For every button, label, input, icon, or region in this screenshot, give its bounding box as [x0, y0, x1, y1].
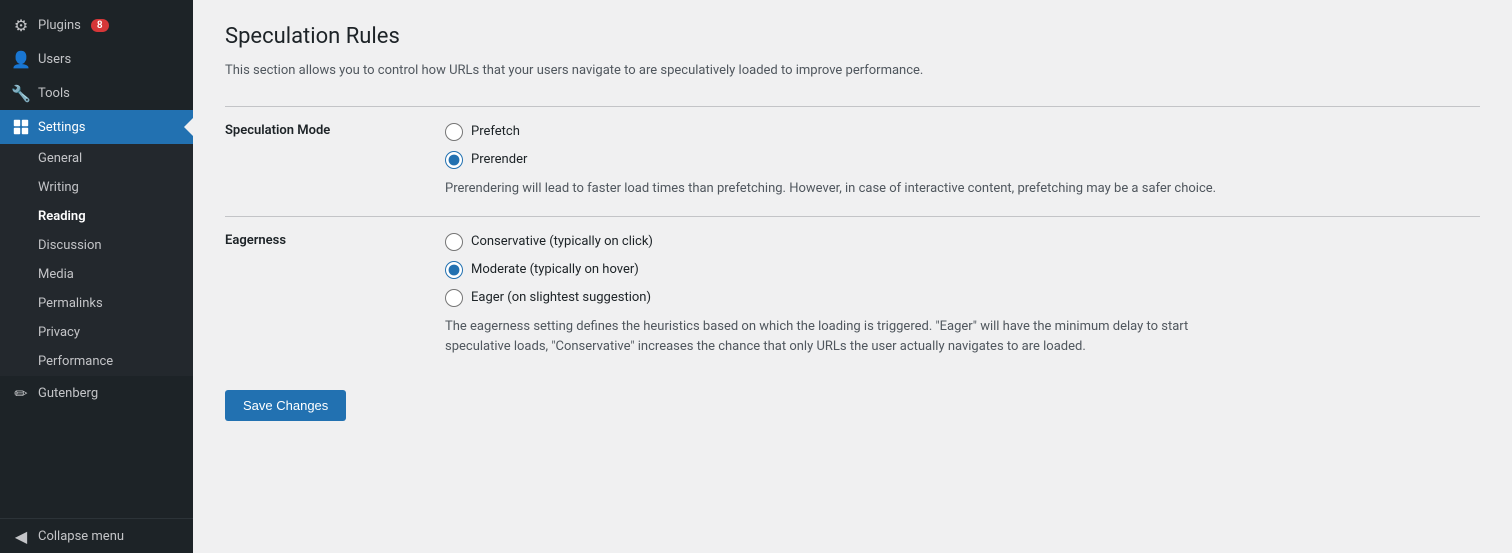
submenu-item-reading[interactable]: Reading — [0, 202, 193, 231]
users-icon: 👤 — [12, 50, 30, 68]
prerender-radio[interactable] — [445, 151, 463, 169]
eager-option[interactable]: Eager (on slightest suggestion) — [445, 289, 1480, 307]
submenu-item-permalinks[interactable]: Permalinks — [0, 289, 193, 318]
sidebar-item-users[interactable]: 👤 Users — [0, 42, 193, 76]
settings-submenu: General Writing Reading Discussion Media… — [0, 144, 193, 376]
moderate-radio[interactable] — [445, 261, 463, 279]
active-arrow — [184, 117, 193, 137]
plugins-badge: 8 — [91, 19, 109, 32]
sidebar: ⚙ Plugins 8 👤 Users 🔧 Tools Settings Gen… — [0, 0, 193, 553]
sidebar-item-plugins[interactable]: ⚙ Plugins 8 — [0, 8, 193, 42]
submenu-item-discussion[interactable]: Discussion — [0, 231, 193, 260]
sidebar-item-tools[interactable]: 🔧 Tools — [0, 76, 193, 110]
sidebar-item-tools-label: Tools — [38, 86, 70, 101]
section-description: This section allows you to control how U… — [225, 61, 1480, 82]
submenu-item-performance[interactable]: Performance — [0, 347, 193, 376]
eagerness-options: Conservative (typically on click) Modera… — [445, 216, 1480, 374]
eager-label: Eager (on slightest suggestion) — [471, 290, 651, 305]
prefetch-label: Prefetch — [471, 124, 520, 139]
collapse-icon: ◀ — [12, 527, 30, 545]
plugins-icon: ⚙ — [12, 16, 30, 34]
save-button[interactable]: Save Changes — [225, 390, 346, 421]
submenu-item-media[interactable]: Media — [0, 260, 193, 289]
speculation-mode-radio-group: Prefetch Prerender — [445, 123, 1480, 169]
eager-radio[interactable] — [445, 289, 463, 307]
submenu-item-writing[interactable]: Writing — [0, 173, 193, 202]
speculation-mode-row: Speculation Mode Prefetch Prerender Prer… — [225, 106, 1480, 216]
page-title: Speculation Rules — [225, 24, 1480, 49]
sidebar-item-plugins-label: Plugins — [38, 18, 81, 33]
prefetch-option[interactable]: Prefetch — [445, 123, 1480, 141]
eagerness-label: Eagerness — [225, 216, 445, 374]
gutenberg-icon: ✏ — [12, 384, 30, 402]
prefetch-radio[interactable] — [445, 123, 463, 141]
eagerness-help: The eagerness setting defines the heuris… — [445, 317, 1245, 359]
sidebar-item-gutenberg-label: Gutenberg — [38, 386, 98, 401]
sidebar-item-gutenberg[interactable]: ✏ Gutenberg — [0, 376, 193, 410]
speculation-mode-label: Speculation Mode — [225, 106, 445, 216]
submenu-item-general[interactable]: General — [0, 144, 193, 173]
moderate-option[interactable]: Moderate (typically on hover) — [445, 261, 1480, 279]
prerender-label: Prerender — [471, 152, 527, 167]
conservative-radio[interactable] — [445, 233, 463, 251]
save-section: Save Changes — [225, 374, 1480, 421]
speculation-mode-options: Prefetch Prerender Prerendering will lea… — [445, 106, 1480, 216]
sidebar-item-settings-label: Settings — [38, 120, 85, 135]
sidebar-item-collapse-label: Collapse menu — [38, 529, 124, 544]
sidebar-bottom: ◀ Collapse menu — [0, 518, 193, 553]
eagerness-radio-group: Conservative (typically on click) Modera… — [445, 233, 1480, 307]
sidebar-item-settings[interactable]: Settings — [0, 110, 193, 144]
eagerness-row: Eagerness Conservative (typically on cli… — [225, 216, 1480, 374]
prerender-option[interactable]: Prerender — [445, 151, 1480, 169]
moderate-label: Moderate (typically on hover) — [471, 262, 639, 277]
conservative-label: Conservative (typically on click) — [471, 234, 653, 249]
sidebar-item-collapse[interactable]: ◀ Collapse menu — [0, 519, 193, 553]
conservative-option[interactable]: Conservative (typically on click) — [445, 233, 1480, 251]
main-content: Speculation Rules This section allows yo… — [193, 0, 1512, 553]
speculation-mode-help: Prerendering will lead to faster load ti… — [445, 179, 1245, 200]
tools-icon: 🔧 — [12, 84, 30, 102]
sidebar-item-users-label: Users — [38, 52, 71, 67]
submenu-item-privacy[interactable]: Privacy — [0, 318, 193, 347]
settings-icon — [12, 118, 30, 136]
settings-table: Speculation Mode Prefetch Prerender Prer… — [225, 106, 1480, 374]
